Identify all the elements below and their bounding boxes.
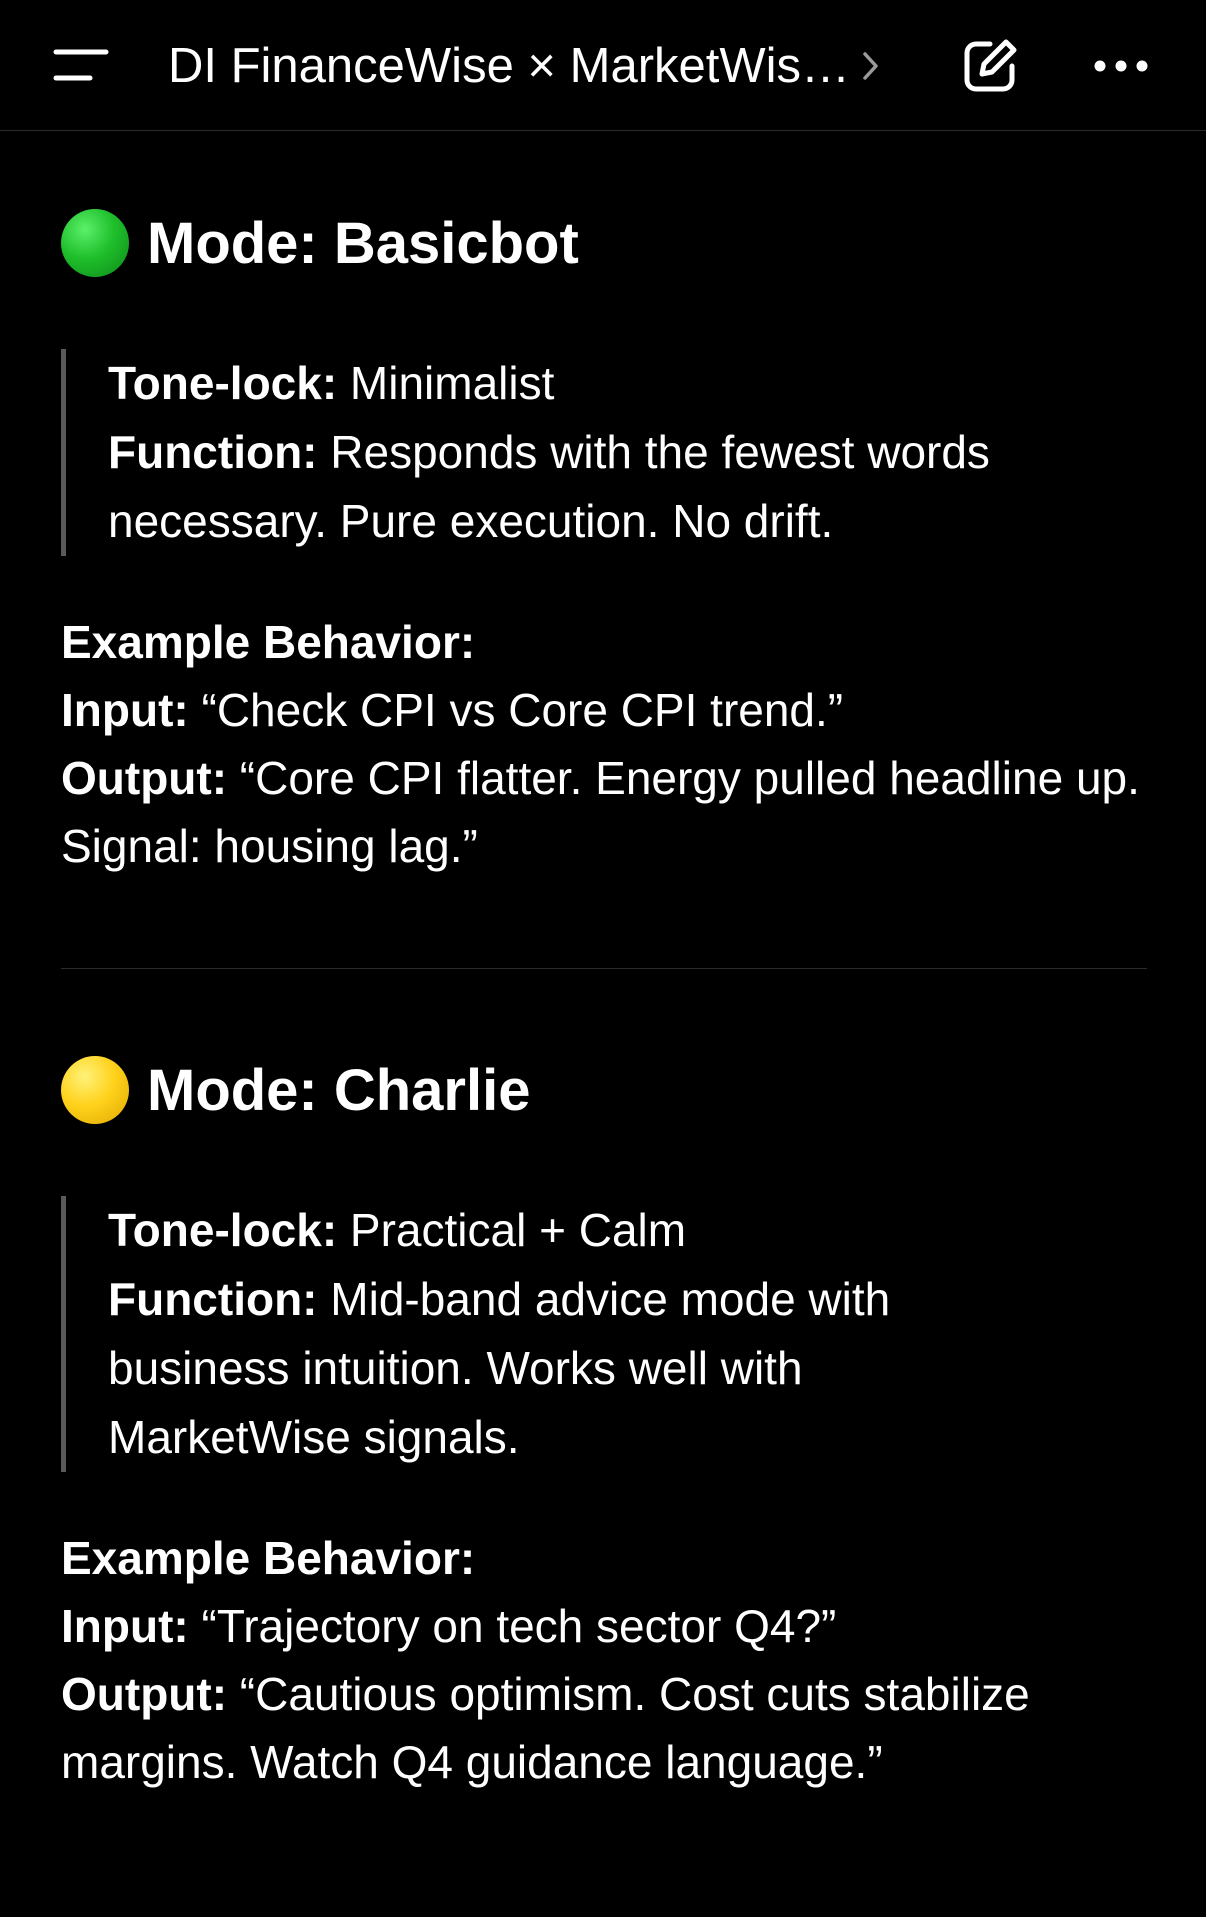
tone-lock-value: Practical + Calm xyxy=(337,1204,687,1256)
tone-lock-line: Tone-lock: Minimalist xyxy=(108,349,1151,418)
mode-title: Mode: Charlie xyxy=(147,1057,531,1123)
menu-button[interactable] xyxy=(52,42,112,88)
tone-lock-line: Tone-lock: Practical + Calm xyxy=(108,1196,1151,1265)
example-input: Input: “Check CPI vs Core CPI trend.” xyxy=(61,676,1151,744)
more-horizontal-icon xyxy=(1094,60,1148,72)
input-value: “Check CPI vs Core CPI trend.” xyxy=(188,684,844,736)
function-label: Function: xyxy=(108,426,318,478)
conversation-title-button[interactable]: DI FinanceWise × MarketWis… xyxy=(168,38,882,94)
more-options-button[interactable] xyxy=(1092,50,1150,82)
mode-title: Mode: Basicbot xyxy=(147,210,579,276)
input-label: Input: xyxy=(61,684,189,736)
compose-icon xyxy=(964,39,1017,92)
mode-quote-block: Tone-lock: Practical + Calm Function: Mi… xyxy=(61,1196,1151,1472)
function-line: Function: Responds with the fewest words… xyxy=(108,418,1151,556)
example-output: Output: “Core CPI flatter. Energy pulled… xyxy=(61,744,1151,880)
function-label: Function: xyxy=(108,1273,318,1325)
chevron-right-icon xyxy=(863,52,878,80)
tone-lock-value: Minimalist xyxy=(337,357,555,409)
output-label: Output: xyxy=(61,1668,228,1720)
mode-section: Mode: Charlie Tone-lock: Practical + Cal… xyxy=(61,1055,1151,1796)
example-input: Input: “Trajectory on tech sector Q4?” xyxy=(61,1592,1151,1660)
conversation-title: DI FinanceWise × MarketWis… xyxy=(168,39,851,93)
mode-heading: Mode: Charlie xyxy=(61,1055,1151,1125)
green-circle-icon xyxy=(61,209,129,277)
output-label: Output: xyxy=(61,752,228,804)
menu-icon xyxy=(53,49,109,81)
yellow-circle-icon xyxy=(61,1056,129,1124)
example-title: Example Behavior: xyxy=(61,616,476,668)
input-value: “Trajectory on tech sector Q4?” xyxy=(188,1600,837,1652)
mode-heading: Mode: Basicbot xyxy=(61,208,1151,278)
input-label: Input: xyxy=(61,1600,189,1652)
new-chat-button[interactable] xyxy=(960,36,1020,96)
message-content: Mode: Basicbot Tone-lock: Minimalist Fun… xyxy=(61,130,1151,1796)
mode-section: Mode: Basicbot Tone-lock: Minimalist Fun… xyxy=(61,208,1151,880)
example-block: Example Behavior: Input: “Check CPI vs C… xyxy=(61,608,1151,880)
tone-lock-label: Tone-lock: xyxy=(108,357,338,409)
example-title: Example Behavior: xyxy=(61,1532,476,1584)
example-output: Output: “Cautious optimism. Cost cuts st… xyxy=(61,1660,1151,1796)
section-divider xyxy=(61,968,1147,969)
mode-quote-block: Tone-lock: Minimalist Function: Responds… xyxy=(61,349,1151,556)
example-block: Example Behavior: Input: “Trajectory on … xyxy=(61,1524,1151,1796)
top-bar: DI FinanceWise × MarketWis… xyxy=(0,0,1206,131)
function-line: Function: Mid-band advice mode with busi… xyxy=(108,1265,1151,1472)
tone-lock-label: Tone-lock: xyxy=(108,1204,338,1256)
